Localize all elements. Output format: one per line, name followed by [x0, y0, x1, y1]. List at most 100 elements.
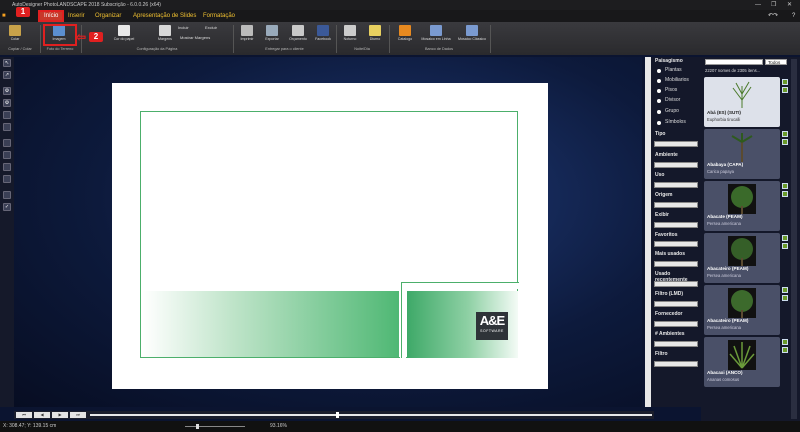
night-button[interactable]: Noturno: [339, 24, 361, 46]
exclude-button[interactable]: Excluir: [205, 25, 217, 30]
filter-label-filtro: Filtro: [655, 351, 668, 357]
title-bar: AutoDesigner PhotoLANDSCAPE 2018 Subscri…: [0, 0, 800, 10]
prev-page-button[interactable]: ◀: [34, 412, 50, 418]
catalog-button[interactable]: Catalogo: [394, 24, 416, 46]
facebook-button[interactable]: Facebook: [312, 24, 334, 46]
catalog-icon: [399, 25, 411, 36]
filter-select-lmd[interactable]: [654, 301, 698, 307]
radio-grupo[interactable]: [657, 110, 661, 114]
layer-tool-icon[interactable]: [3, 111, 11, 119]
help-icon[interactable]: ?: [792, 11, 795, 22]
ribbon: Colar Imagem Cor do papel Margens Inclui…: [0, 22, 800, 55]
add-icon[interactable]: [782, 183, 788, 189]
mosaic-line-button[interactable]: Mosaico em Linha: [421, 24, 451, 46]
catalog-scrollbar[interactable]: [791, 59, 797, 419]
catalog-scope-select[interactable]: Todos: [765, 59, 787, 65]
filter-label-ambiente: Ambiente: [655, 152, 678, 158]
divider: [336, 25, 337, 53]
last-page-button[interactable]: ⏭: [70, 412, 86, 418]
catalog-search-input[interactable]: [705, 59, 763, 65]
catalog-item[interactable]: Abá (ES) (SUTI) Euphorbia tirucalli: [704, 77, 780, 127]
catalog-item[interactable]: Abacate (PEAM) Persea americana: [704, 181, 780, 231]
shape-tool-icon[interactable]: [3, 139, 11, 147]
add-icon[interactable]: [782, 79, 788, 85]
filter-select-exibir[interactable]: [654, 222, 698, 228]
budget-icon: [292, 25, 304, 36]
radio-simbolos[interactable]: [657, 121, 661, 125]
radio-divisor[interactable]: [657, 99, 661, 103]
catalog-item[interactable]: Abacateiro (PEAM) Persea americana: [704, 233, 780, 283]
undo-redo-icon[interactable]: ↶↷: [768, 11, 778, 22]
check-tool-icon[interactable]: ✓: [3, 203, 11, 211]
scroll-thumb[interactable]: [336, 412, 339, 418]
settings-tool-icon[interactable]: ⚙: [3, 87, 11, 95]
select-area-tool-icon[interactable]: ↗: [3, 71, 11, 79]
tab-formatacao[interactable]: Formatação: [203, 11, 235, 22]
add-icon[interactable]: [782, 131, 788, 137]
layer-tool-icon-2[interactable]: [3, 123, 11, 131]
maximize-icon[interactable]: ❐: [771, 0, 776, 10]
filter-select-favoritos[interactable]: [654, 241, 698, 247]
favorite-icon[interactable]: [782, 295, 788, 301]
add-icon[interactable]: [782, 287, 788, 293]
favorite-icon[interactable]: [782, 87, 788, 93]
group-copy-paste: Copiar / Colar: [8, 47, 32, 51]
filter-select-origem[interactable]: [654, 202, 698, 208]
filter-select-uso[interactable]: [654, 182, 698, 188]
zoom-slider-thumb[interactable]: [196, 424, 199, 429]
filter-select-ambientes[interactable]: [654, 341, 698, 347]
filter-select-fornecedor[interactable]: [654, 321, 698, 327]
favorite-icon[interactable]: [782, 139, 788, 145]
filter-label-fornecedor: Fornecedor: [655, 311, 683, 317]
favorite-icon[interactable]: [782, 243, 788, 249]
tab-organizar[interactable]: Organizar: [95, 11, 121, 22]
filter-select-filtro[interactable]: [654, 361, 698, 367]
paper-color-button[interactable]: Cor do papel: [113, 24, 135, 46]
zoom-level: 93.16%: [270, 423, 287, 429]
export-button[interactable]: Exportar: [261, 24, 283, 46]
scroll-track[interactable]: [90, 414, 652, 416]
catalog-item[interactable]: Abacateiro (PEAM) Persea americana: [704, 285, 780, 335]
catalog-item[interactable]: Abacaxi (ANCO) Ananas comosus: [704, 337, 780, 387]
favorite-icon[interactable]: [782, 347, 788, 353]
pin-tool-icon[interactable]: [3, 191, 11, 199]
frame-line: [401, 282, 519, 283]
line-tool-icon[interactable]: [3, 175, 11, 183]
horizontal-scrollbar[interactable]: ⏮ ◀ ▶ ⏭: [14, 411, 654, 419]
tab-apresentacao[interactable]: Apresentação de Slides: [133, 11, 196, 22]
filter-select-tipo[interactable]: [654, 141, 698, 147]
select-tool-icon[interactable]: ↖: [3, 59, 11, 67]
mosaic-classic-button[interactable]: Mosaico Clássico: [456, 24, 488, 46]
radio-plantas[interactable]: [657, 69, 661, 73]
catalog-item[interactable]: Ababaya (CAPA) Carica papaya: [704, 129, 780, 179]
app-menu-icon[interactable]: ■: [2, 11, 6, 22]
budget-button[interactable]: Orçamento: [287, 24, 309, 46]
shape-tool-icon-2[interactable]: [3, 151, 11, 159]
filter-select-ambiente[interactable]: [654, 162, 698, 168]
paste-button[interactable]: Colar: [4, 24, 26, 46]
margins-button[interactable]: Margens: [154, 24, 176, 46]
filter-label-uso: Uso: [655, 172, 665, 178]
add-icon[interactable]: [782, 235, 788, 241]
filter-select-mais-usados[interactable]: [654, 261, 698, 267]
filter-title: Paisagismo: [655, 58, 683, 64]
add-icon[interactable]: [782, 339, 788, 345]
next-page-button[interactable]: ▶: [52, 412, 68, 418]
radio-mobiliarios[interactable]: [657, 79, 661, 83]
filter-select-recente[interactable]: [654, 281, 698, 287]
settings-tool-icon-2[interactable]: ⚙: [3, 99, 11, 107]
zoom-slider[interactable]: [185, 426, 245, 427]
favorite-icon[interactable]: [782, 191, 788, 197]
minimize-icon[interactable]: —: [755, 0, 761, 10]
print-button[interactable]: Imprimir: [236, 24, 258, 46]
plant-thumbnail: [728, 288, 756, 318]
show-margins-checkbox[interactable]: Mostrar Margens: [180, 35, 210, 40]
first-page-button[interactable]: ⏮: [16, 412, 32, 418]
shape-tool-icon-3[interactable]: [3, 163, 11, 171]
close-icon[interactable]: ✕: [787, 0, 792, 10]
moon-icon: [344, 25, 356, 36]
include-button[interactable]: Incluir: [178, 25, 189, 30]
tab-inserir[interactable]: Inserir: [68, 11, 85, 22]
day-button[interactable]: Diurno: [364, 24, 386, 46]
radio-pisos[interactable]: [657, 89, 661, 93]
